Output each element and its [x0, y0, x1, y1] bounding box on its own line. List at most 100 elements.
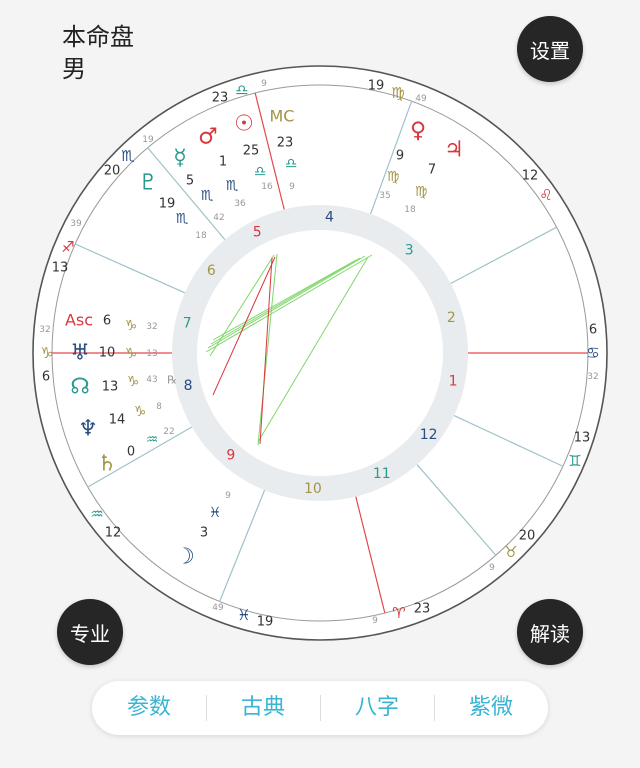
- sagittarius-cusp-glyph: ♐: [61, 238, 74, 256]
- house-number: 12: [420, 427, 438, 443]
- cusp-minute: 49: [212, 603, 224, 613]
- mc-sign: ♎: [285, 156, 298, 172]
- jupiter-glyph: ♃: [444, 138, 464, 163]
- uranus-minute: 13: [146, 349, 157, 359]
- pisces-cusp-glyph: ♓: [237, 606, 250, 624]
- tab-classical[interactable]: 古典: [206, 681, 320, 735]
- house-number: 6: [207, 263, 216, 279]
- house-number: 2: [447, 310, 456, 326]
- mars-sign: ♏: [226, 178, 239, 194]
- asc-glyph: Asc: [65, 311, 93, 330]
- venus-degree: 9: [396, 149, 404, 164]
- asc-sign: ♑: [125, 318, 138, 334]
- tab-parameters[interactable]: 参数: [92, 681, 206, 735]
- asc-degree: 6: [103, 314, 111, 329]
- house-number: 10: [304, 481, 322, 497]
- neptune-sign: ♑: [134, 404, 147, 420]
- mercury-glyph: ☿: [173, 146, 187, 171]
- sun-glyph: ☉: [234, 112, 254, 137]
- house-number: 11: [373, 466, 391, 482]
- cusp-degree: 23: [212, 91, 229, 106]
- asc-minute: 32: [146, 322, 157, 332]
- venus-minute: 35: [379, 191, 390, 201]
- mercury-degree: 5: [186, 174, 194, 189]
- cancer-cusp-glyph: ♋: [586, 344, 599, 362]
- cusp-degree: 6: [589, 323, 597, 338]
- jupiter-minute: 18: [404, 205, 416, 215]
- aquarius-cusp-glyph: ♒: [90, 505, 103, 523]
- cusp-degree: 6: [42, 370, 50, 385]
- gemini-cusp-glyph: ♊: [568, 452, 581, 470]
- house-number: 3: [405, 242, 414, 258]
- house-number: 5: [253, 224, 262, 240]
- cusp-minute: 39: [70, 219, 82, 229]
- moon-sign: ♓: [209, 505, 222, 521]
- mars-glyph: ♂: [198, 125, 218, 150]
- cusp-degree: 19: [368, 79, 385, 94]
- scorpio-cusp-glyph: ♏: [121, 147, 135, 165]
- cusp-minute: 32: [587, 372, 598, 382]
- taurus-cusp-glyph: ♉: [504, 543, 517, 561]
- node-minute: 43: [146, 375, 157, 385]
- uranus-glyph: ♅: [70, 341, 90, 366]
- moon-minute: 9: [225, 491, 231, 501]
- cusp-degree: 12: [105, 526, 122, 541]
- cusp-degree: 23: [414, 602, 431, 617]
- mc-glyph: MC: [270, 107, 295, 126]
- cusp-minute: 49: [415, 94, 427, 104]
- saturn-sign: ♒: [146, 432, 159, 448]
- natal-chart-wheel: 123456789101112 ♑632♒12♓ 1949 ♈ 239♉209♊13♋…: [32, 65, 608, 641]
- saturn-degree: 0: [127, 445, 135, 460]
- libra-cusp-glyph: ♎: [235, 81, 248, 99]
- house-number: 4: [325, 209, 334, 225]
- venus-glyph: ♀: [410, 119, 426, 144]
- neptune-degree: 14: [109, 413, 126, 428]
- house-number: 7: [183, 316, 192, 332]
- mc-degree: 23: [277, 136, 294, 151]
- pluto-degree: 19: [159, 197, 176, 212]
- node-glyph: ☊: [70, 375, 90, 400]
- cusp-minute: 9: [372, 616, 378, 626]
- node-sign: ♑: [127, 374, 140, 390]
- inner-circle: [197, 230, 443, 476]
- mars-degree: 1: [219, 155, 227, 170]
- mercury-sign: ♏: [201, 188, 214, 204]
- cusp-degree: 12: [522, 169, 539, 184]
- virgo-cusp-glyph: ♍: [391, 84, 404, 102]
- cusp-degree: 13: [574, 431, 591, 446]
- cusp-minute: 9: [261, 79, 267, 89]
- leo-cusp-glyph: ♌: [539, 186, 552, 204]
- cusp-degree: 13: [52, 261, 69, 276]
- neptune-minute: 8: [156, 402, 162, 412]
- cusp-degree: 20: [104, 164, 121, 179]
- house-number: 1: [449, 373, 458, 389]
- house-number: 8: [184, 378, 193, 394]
- uranus-degree: 10: [99, 346, 116, 361]
- node-degree: 13: [102, 380, 119, 395]
- cusp-minute: 32: [39, 325, 50, 335]
- tab-ziwei[interactable]: 紫微: [434, 681, 548, 735]
- neptune-glyph: ♆: [78, 417, 98, 442]
- node-retrograde-mark: ℞: [167, 374, 177, 387]
- moon-glyph: ☽: [175, 545, 195, 570]
- pluto-minute: 18: [195, 231, 207, 241]
- tab-bazi[interactable]: 八字: [320, 681, 434, 735]
- sun-degree: 25: [243, 144, 260, 159]
- jupiter-sign: ♍: [415, 184, 428, 200]
- moon-degree: 3: [200, 526, 208, 541]
- aries-cusp-glyph: ♈: [392, 604, 405, 622]
- cusp-minute: 19: [142, 135, 154, 145]
- cusp-minute: 9: [489, 563, 495, 573]
- mc-minute: 9: [289, 182, 295, 192]
- venus-sign: ♍: [387, 169, 400, 185]
- cusp-degree: 20: [519, 529, 536, 544]
- cusp-degree: 19: [257, 615, 274, 630]
- sun-minute: 16: [261, 182, 273, 192]
- pluto-sign: ♏: [176, 211, 189, 227]
- mars-minute: 36: [234, 199, 246, 209]
- mercury-minute: 42: [213, 213, 224, 223]
- saturn-minute: 22: [163, 427, 174, 437]
- saturn-glyph: ♄: [97, 452, 117, 477]
- house-number: 9: [226, 448, 235, 464]
- sun-sign: ♎: [254, 164, 267, 180]
